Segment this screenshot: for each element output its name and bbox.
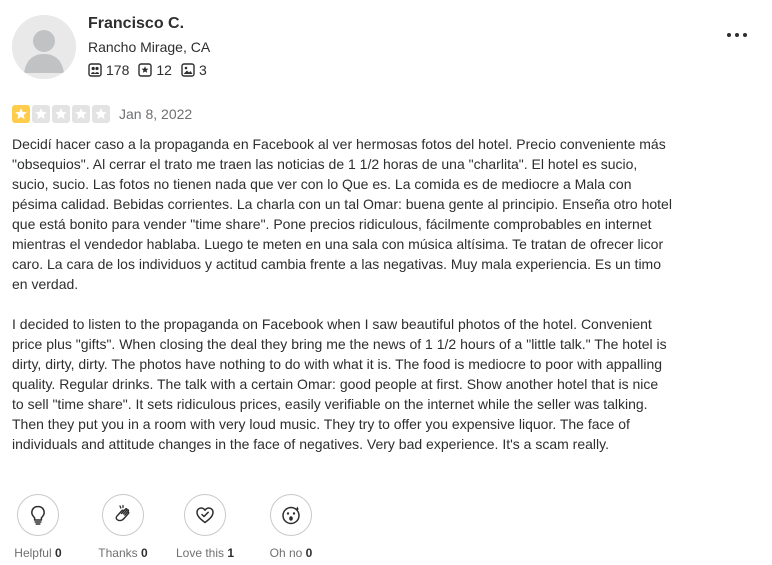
reviews-count: 12 [156, 62, 172, 78]
oh-no-circle [270, 494, 312, 536]
love-this-label: Love this 1 [176, 546, 234, 560]
star-icon [52, 105, 70, 123]
thanks-circle [102, 494, 144, 536]
helpful-button[interactable]: Helpful 0 [12, 494, 64, 560]
heart-icon [196, 507, 214, 524]
more-options-button[interactable] [724, 22, 750, 48]
friends-stat: 178 [88, 62, 129, 78]
helpful-text: Helpful [14, 546, 52, 560]
reviews-stat: 12 [138, 62, 172, 78]
review-rating: Jan 8, 2022 [12, 105, 192, 123]
star-icon [92, 105, 110, 123]
user-stats: 178 12 3 [88, 62, 216, 78]
star-icon [72, 105, 90, 123]
thanks-button[interactable]: Thanks 0 [94, 494, 152, 560]
clapping-hands-icon [115, 504, 130, 522]
photo-icon [181, 63, 195, 77]
reaction-buttons: Helpful 0 Thanks 0 Love this 1 Oh no 0 [12, 494, 316, 560]
star-icon [12, 105, 30, 123]
photos-count: 3 [198, 62, 207, 78]
review-paragraph-english: I decided to listen to the propaganda on… [12, 316, 667, 452]
lightbulb-icon [31, 505, 45, 525]
thanks-count: 0 [141, 546, 148, 560]
review-paragraph-spanish: Decidí hacer caso a la propaganda en Fac… [12, 136, 672, 292]
default-avatar-icon [12, 15, 76, 79]
love-this-circle [184, 494, 226, 536]
oh-no-label: Oh no 0 [270, 546, 313, 560]
star-rating [12, 105, 112, 123]
love-this-count: 1 [227, 546, 235, 560]
review-star-icon [138, 63, 153, 77]
oh-no-button[interactable]: Oh no 0 [266, 494, 316, 560]
review-date: Jan 8, 2022 [119, 106, 193, 122]
friends-icon [88, 63, 102, 77]
helpful-circle [17, 494, 59, 536]
user-location: Rancho Mirage, CA [88, 39, 211, 55]
user-name[interactable]: Francisco C. [88, 15, 184, 33]
helpful-count: 0 [55, 546, 62, 560]
oh-no-count: 0 [305, 546, 313, 560]
star-icon [32, 105, 50, 123]
thanks-text: Thanks [98, 546, 138, 560]
photos-stat: 3 [181, 62, 207, 78]
ellipsis-icon [727, 33, 747, 37]
shocked-face-icon [282, 506, 300, 525]
love-this-text: Love this [175, 546, 224, 560]
user-avatar[interactable] [12, 15, 76, 79]
love-this-button[interactable]: Love this 1 [172, 494, 238, 560]
helpful-label: Helpful 0 [14, 546, 61, 560]
oh-no-text: Oh no [269, 546, 303, 560]
friends-count: 178 [106, 62, 130, 78]
review-body: Decidí hacer caso a la propaganda en Fac… [12, 134, 672, 474]
thanks-label: Thanks 0 [98, 546, 147, 560]
